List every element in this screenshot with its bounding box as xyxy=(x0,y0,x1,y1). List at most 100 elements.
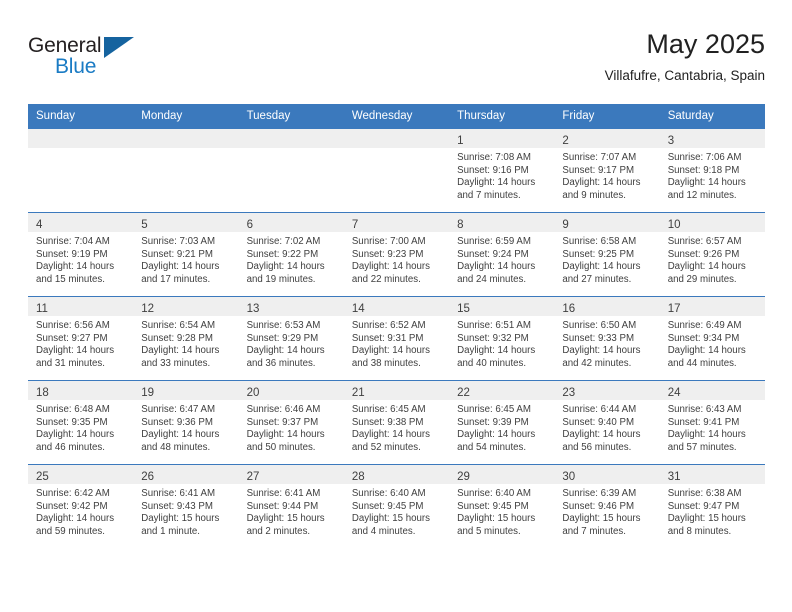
day-cell-inner: 5 Sunrise: 7:03 AM Sunset: 9:21 PM Daylight… xyxy=(133,213,239,296)
calendar-day-cell[interactable]: 11 Sunrise: 6:56 AM Sunset: 9:27 PM Dayligh… xyxy=(28,296,134,381)
calendar-day-cell[interactable]: 27 Sunrise: 6:41 AM Sunset: 9:44 PM Dayligh… xyxy=(238,464,344,548)
calendar-day-cell[interactable]: 3 Sunrise: 7:06 AM Sunset: 9:18 PM Daylight… xyxy=(659,129,765,213)
calendar-day-cell[interactable]: 30 Sunrise: 6:39 AM Sunset: 9:46 PM Dayligh… xyxy=(554,464,660,548)
calendar-day-cell[interactable]: 23 Sunrise: 6:44 AM Sunset: 9:40 PM Dayligh… xyxy=(554,380,660,465)
calendar-day-cell[interactable]: 5 Sunrise: 7:03 AM Sunset: 9:21 PM Daylight… xyxy=(133,212,239,297)
calendar-day-cell[interactable]: 21 Sunrise: 6:45 AM Sunset: 9:38 PM Dayligh… xyxy=(343,380,450,465)
calendar-day-cell[interactable]: 10 Sunrise: 6:57 AM Sunset: 9:26 PM Dayligh… xyxy=(659,212,765,297)
sunrise-time: Sunrise: 6:50 AM xyxy=(562,320,637,331)
daylight-duration-line-2: and 27 minutes. xyxy=(562,273,632,285)
sunset-time: Sunset: 9:44 PM xyxy=(246,500,319,512)
sunrise-time: Sunrise: 6:51 AM xyxy=(457,320,531,331)
calendar-day-cell[interactable]: 4 Sunrise: 7:04 AM Sunset: 9:19 PM Daylight… xyxy=(28,212,134,297)
day-cell-details: Sunrise: 6:42 AM Sunset: 9:42 PM Daylight:… xyxy=(28,484,133,538)
sunset-time: Sunset: 9:46 PM xyxy=(562,500,635,512)
day-number-band: 6 xyxy=(238,213,344,232)
daylight-duration-line-1: Daylight: 14 hours xyxy=(351,345,430,357)
daylight-duration-line-2: and 50 minutes. xyxy=(246,441,316,453)
day-number: 13 xyxy=(246,303,260,315)
daylight-duration-line-1: Daylight: 14 hours xyxy=(457,429,536,441)
day-number-band: 1 xyxy=(449,129,555,148)
daylight-duration-line-2: and 1 minute. xyxy=(141,525,200,537)
calendar-day-cell[interactable]: 18 Sunrise: 6:48 AM Sunset: 9:35 PM Dayligh… xyxy=(28,380,134,465)
sunrise-time: Sunrise: 6:54 AM xyxy=(141,320,216,331)
calendar-day-cell[interactable]: 20 Sunrise: 6:46 AM Sunset: 9:37 PM Dayligh… xyxy=(238,380,344,465)
day-number: 24 xyxy=(667,387,681,399)
day-cell-inner: 6 Sunrise: 7:02 AM Sunset: 9:22 PM Daylight… xyxy=(238,213,344,296)
calendar-day-cell[interactable]: 24 Sunrise: 6:43 AM Sunset: 9:41 PM Dayligh… xyxy=(659,380,765,465)
calendar-day-cell[interactable]: 12 Sunrise: 6:54 AM Sunset: 9:28 PM Dayligh… xyxy=(133,296,239,381)
calendar-day-cell[interactable]: 6 Sunrise: 7:02 AM Sunset: 9:22 PM Daylight… xyxy=(238,212,344,297)
day-number: 2 xyxy=(562,135,569,147)
day-number-band: 3 xyxy=(659,129,765,148)
calendar-day-cell[interactable]: 14 Sunrise: 6:52 AM Sunset: 9:31 PM Dayligh… xyxy=(343,296,450,381)
daylight-duration-line-1: Daylight: 14 hours xyxy=(667,429,746,441)
day-number-band: 24 xyxy=(659,381,765,400)
daylight-duration-line-1: Daylight: 14 hours xyxy=(457,345,536,357)
day-cell-details: Sunrise: 6:56 AM Sunset: 9:27 PM Daylight:… xyxy=(28,316,133,370)
calendar-day-cell[interactable]: 31 Sunrise: 6:38 AM Sunset: 9:47 PM Dayligh… xyxy=(659,464,765,548)
sunset-time: Sunset: 9:37 PM xyxy=(246,416,319,428)
calendar-day-cell[interactable]: 13 Sunrise: 6:53 AM Sunset: 9:29 PM Dayligh… xyxy=(238,296,344,381)
day-cell-details: Sunrise: 6:46 AM Sunset: 9:37 PM Daylight:… xyxy=(239,400,344,454)
daylight-duration-line-1: Daylight: 14 hours xyxy=(562,345,641,357)
day-cell-inner: 29 Sunrise: 6:40 AM Sunset: 9:45 PM Dayligh… xyxy=(449,465,555,548)
sunset-time: Sunset: 9:21 PM xyxy=(141,248,213,260)
calendar-header-row: Sunday Monday Tuesday Wednesday Thursday… xyxy=(28,104,765,129)
sunset-time: Sunset: 9:41 PM xyxy=(667,416,740,428)
daylight-duration-line-1: Daylight: 14 hours xyxy=(141,429,220,441)
daylight-duration-line-1: Daylight: 14 hours xyxy=(667,345,746,357)
day-number-band: 29 xyxy=(449,465,555,484)
day-cell-details: Sunrise: 6:41 AM Sunset: 9:43 PM Daylight:… xyxy=(133,484,238,538)
day-cell-details: Sunrise: 6:43 AM Sunset: 9:41 PM Daylight:… xyxy=(660,400,765,454)
general-blue-logo[interactable]: General Blue xyxy=(28,34,148,86)
sunrise-time: Sunrise: 6:48 AM xyxy=(36,404,110,415)
sunset-time: Sunset: 9:18 PM xyxy=(667,164,740,176)
day-number: 20 xyxy=(246,387,260,399)
calendar-day-cell[interactable]: 15 Sunrise: 6:51 AM Sunset: 9:32 PM Dayligh… xyxy=(449,296,555,381)
sunrise-time: Sunrise: 6:40 AM xyxy=(457,488,531,499)
daylight-duration-line-2: and 15 minutes. xyxy=(36,273,105,285)
day-number-band: 31 xyxy=(659,465,765,484)
day-number: 4 xyxy=(36,219,43,231)
sunrise-time: Sunrise: 6:40 AM xyxy=(351,488,426,499)
day-cell-inner: 14 Sunrise: 6:52 AM Sunset: 9:31 PM Dayligh… xyxy=(343,297,450,380)
sunset-time: Sunset: 9:34 PM xyxy=(667,332,740,344)
day-number: 26 xyxy=(141,471,155,483)
sunrise-time: Sunrise: 6:53 AM xyxy=(246,320,321,331)
daylight-duration-line-2: and 29 minutes. xyxy=(667,273,737,285)
day-number-band: 19 xyxy=(133,381,239,400)
page-subtitle: Villafufre, Cantabria, Spain xyxy=(604,68,765,83)
day-cell-inner xyxy=(28,129,134,212)
logo-text-blue: Blue xyxy=(55,55,97,78)
day-cell-inner: 27 Sunrise: 6:41 AM Sunset: 9:44 PM Dayligh… xyxy=(238,465,344,548)
day-number-band: 23 xyxy=(554,381,660,400)
calendar-day-cell[interactable]: 8 Sunrise: 6:59 AM Sunset: 9:24 PM Daylight… xyxy=(449,212,555,297)
sunset-time: Sunset: 9:23 PM xyxy=(351,248,424,260)
calendar-week-row: 25 Sunrise: 6:42 AM Sunset: 9:42 PM Dayligh… xyxy=(28,464,765,548)
calendar-day-cell[interactable]: 7 Sunrise: 7:00 AM Sunset: 9:23 PM Daylight… xyxy=(343,212,450,297)
daylight-duration-line-2: and 31 minutes. xyxy=(36,357,105,369)
day-cell-inner xyxy=(133,129,239,212)
daylight-duration-line-2: and 7 minutes. xyxy=(562,525,626,537)
calendar-day-cell[interactable]: 25 Sunrise: 6:42 AM Sunset: 9:42 PM Dayligh… xyxy=(28,464,134,548)
sunrise-time: Sunrise: 6:38 AM xyxy=(667,488,742,499)
calendar-day-cell[interactable]: 26 Sunrise: 6:41 AM Sunset: 9:43 PM Dayligh… xyxy=(133,464,239,548)
calendar-day-cell[interactable]: 16 Sunrise: 6:50 AM Sunset: 9:33 PM Dayligh… xyxy=(554,296,660,381)
calendar-week-row: 1 Sunrise: 7:08 AM Sunset: 9:16 PM Daylight… xyxy=(28,129,765,213)
day-number-band: 22 xyxy=(449,381,555,400)
calendar-day-cell[interactable]: 2 Sunrise: 7:07 AM Sunset: 9:17 PM Daylight… xyxy=(554,129,660,213)
day-cell-inner: 8 Sunrise: 6:59 AM Sunset: 9:24 PM Daylight… xyxy=(449,213,555,296)
calendar-day-cell[interactable]: 19 Sunrise: 6:47 AM Sunset: 9:36 PM Dayligh… xyxy=(133,380,239,465)
calendar-day-cell[interactable]: 9 Sunrise: 6:58 AM Sunset: 9:25 PM Daylight… xyxy=(554,212,660,297)
sunset-time: Sunset: 9:36 PM xyxy=(141,416,213,428)
day-number-band xyxy=(133,129,239,148)
sunset-time: Sunset: 9:24 PM xyxy=(457,248,529,260)
calendar-day-cell[interactable]: 17 Sunrise: 6:49 AM Sunset: 9:34 PM Dayligh… xyxy=(659,296,765,381)
day-number: 27 xyxy=(246,471,260,483)
daylight-duration-line-1: Daylight: 15 hours xyxy=(246,513,325,525)
calendar-day-cell[interactable]: 29 Sunrise: 6:40 AM Sunset: 9:45 PM Dayligh… xyxy=(449,464,555,548)
calendar-day-cell[interactable]: 28 Sunrise: 6:40 AM Sunset: 9:45 PM Dayligh… xyxy=(343,464,450,548)
calendar-day-cell[interactable]: 22 Sunrise: 6:45 AM Sunset: 9:39 PM Dayligh… xyxy=(449,380,555,465)
calendar-day-cell[interactable]: 1 Sunrise: 7:08 AM Sunset: 9:16 PM Daylight… xyxy=(449,129,555,213)
